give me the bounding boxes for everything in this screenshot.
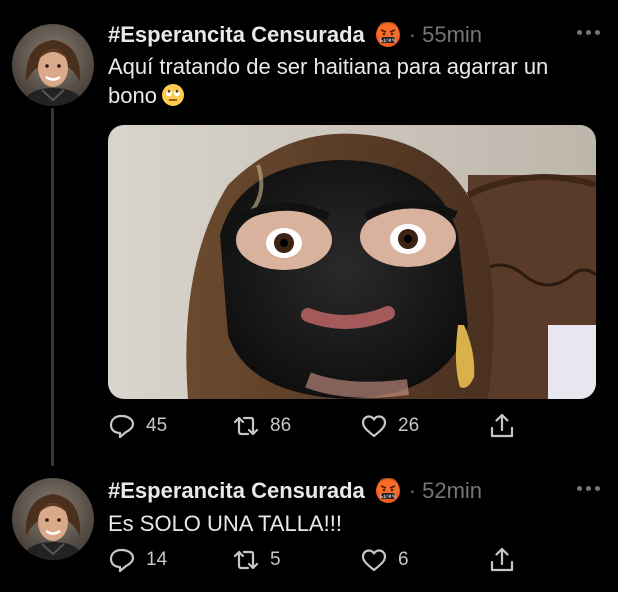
tweet-header: #Esperancita Censurada · 52min [108, 476, 482, 506]
author-name[interactable]: #Esperancita Censurada [108, 20, 365, 50]
retweet-button[interactable]: 5 [232, 546, 281, 574]
reply-icon [108, 546, 136, 574]
tweet-2[interactable]: #Esperancita Censurada · 52min Es SOLO U… [0, 476, 618, 592]
like-button[interactable]: 26 [360, 412, 419, 440]
retweet-button[interactable]: 86 [232, 412, 291, 440]
tweet-1[interactable]: #Esperancita Censurada · 55min Aquí trat… [0, 20, 618, 450]
retweet-count: 86 [270, 415, 292, 436]
avatar[interactable] [12, 24, 94, 106]
more-options-icon[interactable] [577, 486, 600, 491]
separator-dot: · [408, 478, 417, 503]
reply-button[interactable]: 45 [108, 412, 167, 440]
retweet-icon [232, 546, 260, 574]
angry-emoji-icon [375, 478, 401, 504]
tweet-actions: 45 86 26 [108, 412, 528, 442]
tweet-media-image[interactable] [108, 125, 596, 399]
share-icon [488, 412, 516, 440]
share-icon [488, 546, 516, 574]
more-options-icon[interactable] [577, 30, 600, 35]
separator-dot: · [408, 22, 417, 47]
timestamp[interactable]: 55min [422, 20, 482, 50]
angry-emoji-icon [375, 22, 401, 48]
author-name[interactable]: #Esperancita Censurada [108, 476, 365, 506]
share-button[interactable] [488, 412, 516, 440]
avatar[interactable] [12, 478, 94, 560]
reply-button[interactable]: 14 [108, 546, 167, 574]
tweet-actions: 14 5 6 [108, 546, 528, 576]
timestamp[interactable]: 52min [422, 476, 482, 506]
heart-icon [360, 412, 388, 440]
tweet-header: #Esperancita Censurada · 55min [108, 20, 482, 50]
like-button[interactable]: 6 [360, 546, 409, 574]
like-count: 26 [398, 415, 420, 436]
retweet-icon [232, 412, 260, 440]
tweet-text: Aquí tratando de ser haitiana para agarr… [108, 52, 588, 110]
retweet-count: 5 [270, 549, 281, 570]
share-button[interactable] [488, 546, 516, 574]
eye-roll-emoji-icon [161, 83, 185, 107]
reply-icon [108, 412, 136, 440]
like-count: 6 [398, 549, 409, 570]
reply-count: 45 [146, 415, 168, 436]
reply-count: 14 [146, 549, 168, 570]
tweet-text: Es SOLO UNA TALLA!!! [108, 511, 342, 536]
heart-icon [360, 546, 388, 574]
